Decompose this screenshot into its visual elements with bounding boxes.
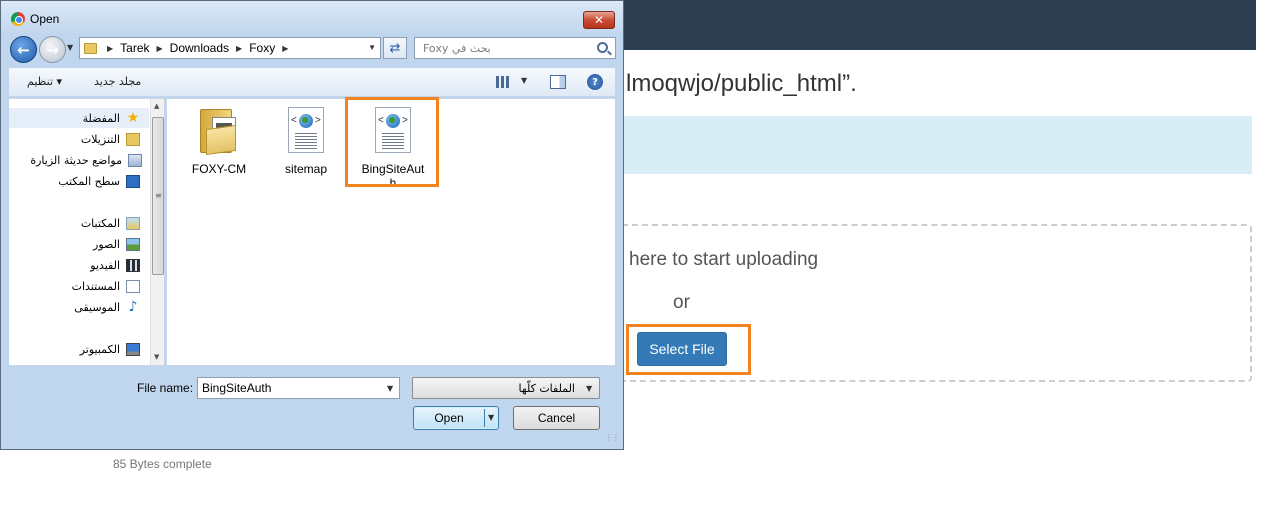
or-text: or xyxy=(673,292,690,313)
help-icon[interactable]: ? xyxy=(587,74,603,90)
folder-icon xyxy=(84,42,97,54)
open-button[interactable]: Open ▼ xyxy=(413,406,499,430)
computer-icon xyxy=(126,342,140,356)
nav-item-label: الموسيقى xyxy=(74,300,120,314)
search-icon xyxy=(597,42,608,53)
nav-item-favorites[interactable]: ★ المفضلة xyxy=(83,109,140,127)
breadcrumb-separator-icon[interactable]: ▶ xyxy=(157,44,163,53)
info-alert xyxy=(624,116,1252,174)
desktop-icon xyxy=(126,174,140,188)
file-name-label: File name: xyxy=(137,381,194,395)
upload-status: 85 Bytes complete xyxy=(113,457,212,471)
recent-locations-dropdown[interactable]: ▼ xyxy=(67,43,73,52)
libraries-icon xyxy=(126,216,140,230)
split-divider xyxy=(484,409,485,427)
upload-path-text: lmoqwjo/public_html”. xyxy=(626,70,857,97)
open-file-dialog: Open ✕ ← → ▼ ▶ Tarek ▶ Downloads ▶ Foxy … xyxy=(0,0,624,450)
videos-icon xyxy=(126,258,140,272)
scroll-up-icon[interactable]: ▲ xyxy=(154,102,159,110)
nav-item-videos[interactable]: الفيديو xyxy=(90,256,140,274)
breadcrumb-foxy[interactable]: Foxy xyxy=(249,41,275,55)
file-name-dropdown-icon[interactable]: ▼ xyxy=(387,384,393,393)
search-placeholder: بحث في Foxy xyxy=(423,42,491,55)
downloads-folder-icon xyxy=(126,132,140,146)
resize-grip-icon[interactable]: ⋮⋮ xyxy=(605,433,620,442)
recent-places-icon xyxy=(128,153,142,167)
navigation-pane: ★ المفضلة التنزيلات مواضع حديثة الزيارة … xyxy=(8,98,165,366)
music-icon: ♪ xyxy=(128,298,138,315)
file-item-sitemap[interactable]: < > sitemap xyxy=(266,107,346,176)
nav-item-documents[interactable]: المستندات xyxy=(72,277,140,295)
html-file-icon: < > xyxy=(288,107,324,153)
pictures-icon xyxy=(126,237,140,251)
star-icon: ★ xyxy=(126,109,140,126)
nav-item-label: مواضع حديثة الزيارة xyxy=(30,153,122,167)
nav-item-downloads[interactable]: التنزيلات xyxy=(81,130,140,148)
nav-item-label: المكتبات xyxy=(80,216,120,230)
file-name-input[interactable]: BingSiteAuth xyxy=(197,377,400,399)
nav-item-label: الكمبيوتر xyxy=(79,342,120,356)
nav-item-label: الصور xyxy=(93,237,120,251)
nav-item-desktop[interactable]: سطح المكتب xyxy=(58,172,140,190)
nav-item-label: المستندات xyxy=(71,279,120,293)
cancel-button[interactable]: Cancel xyxy=(513,406,600,430)
nav-item-libraries[interactable]: المكتبات xyxy=(81,214,140,232)
scroll-down-icon[interactable]: ▼ xyxy=(154,353,159,361)
forward-button[interactable]: → xyxy=(39,36,66,63)
breadcrumb-separator-icon[interactable]: ▶ xyxy=(107,44,113,53)
view-options-icon[interactable] xyxy=(496,76,510,88)
address-bar[interactable]: ▶ Tarek ▶ Downloads ▶ Foxy ▶ ▼ xyxy=(79,37,381,59)
open-button-label: Open xyxy=(434,411,464,425)
scroll-thumb[interactable]: ≡ xyxy=(152,117,164,275)
back-button[interactable]: ← xyxy=(10,36,37,63)
dropzone-text: here to start uploading xyxy=(629,249,819,270)
file-type-dropdown-icon[interactable]: ▼ xyxy=(586,384,592,393)
grip-icon: ≡ xyxy=(155,191,162,200)
refresh-button[interactable]: ⇄ xyxy=(383,37,407,59)
breadcrumb-separator-icon[interactable]: ▶ xyxy=(282,44,288,53)
documents-icon xyxy=(126,279,140,293)
nav-item-label: المفضلة xyxy=(82,111,120,125)
folder-icon xyxy=(200,107,238,156)
file-type-select[interactable]: الملفات كلّها xyxy=(412,377,600,399)
breadcrumb-separator-icon[interactable]: ▶ xyxy=(236,44,242,53)
chrome-icon xyxy=(11,12,25,26)
dialog-titlebar[interactable]: Open ✕ xyxy=(1,1,623,33)
nav-item-computer[interactable]: الكمبيوتر xyxy=(80,340,140,358)
view-dropdown-icon[interactable]: ▼ xyxy=(521,76,527,85)
preview-pane-icon[interactable] xyxy=(550,75,566,89)
nav-item-label: التنزيلات xyxy=(80,132,120,146)
nav-item-pictures[interactable]: الصور xyxy=(93,235,140,253)
nav-item-recent-places[interactable]: مواضع حديثة الزيارة xyxy=(30,151,142,169)
command-bar: تنظيم ▾ مجلد جديد ▼ ? xyxy=(8,67,616,97)
search-input[interactable]: بحث في Foxy xyxy=(414,37,616,59)
breadcrumb-tarek[interactable]: Tarek xyxy=(120,41,149,55)
address-dropdown-icon[interactable]: ▼ xyxy=(368,43,376,52)
nav-item-label: سطح المكتب xyxy=(58,174,120,188)
file-name: FOXY-CM xyxy=(191,162,247,176)
nav-scrollbar[interactable]: ▲ ≡ ▼ xyxy=(150,99,164,365)
close-button[interactable]: ✕ xyxy=(583,11,615,29)
file-name: sitemap xyxy=(284,162,328,176)
file-item-foxy-cm[interactable]: FOXY-CM xyxy=(179,107,259,176)
dialog-title: Open xyxy=(30,12,60,26)
select-file-button[interactable]: Select File xyxy=(637,332,727,366)
organize-menu[interactable]: تنظيم ▾ xyxy=(27,75,62,88)
nav-item-music[interactable]: ♪ الموسيقى xyxy=(74,298,140,316)
nav-item-label: الفيديو xyxy=(90,258,120,272)
breadcrumb-downloads[interactable]: Downloads xyxy=(170,41,229,55)
file-highlight-box xyxy=(345,97,439,187)
open-options-dropdown-icon[interactable]: ▼ xyxy=(488,413,494,422)
new-folder-button[interactable]: مجلد جديد xyxy=(94,75,141,88)
